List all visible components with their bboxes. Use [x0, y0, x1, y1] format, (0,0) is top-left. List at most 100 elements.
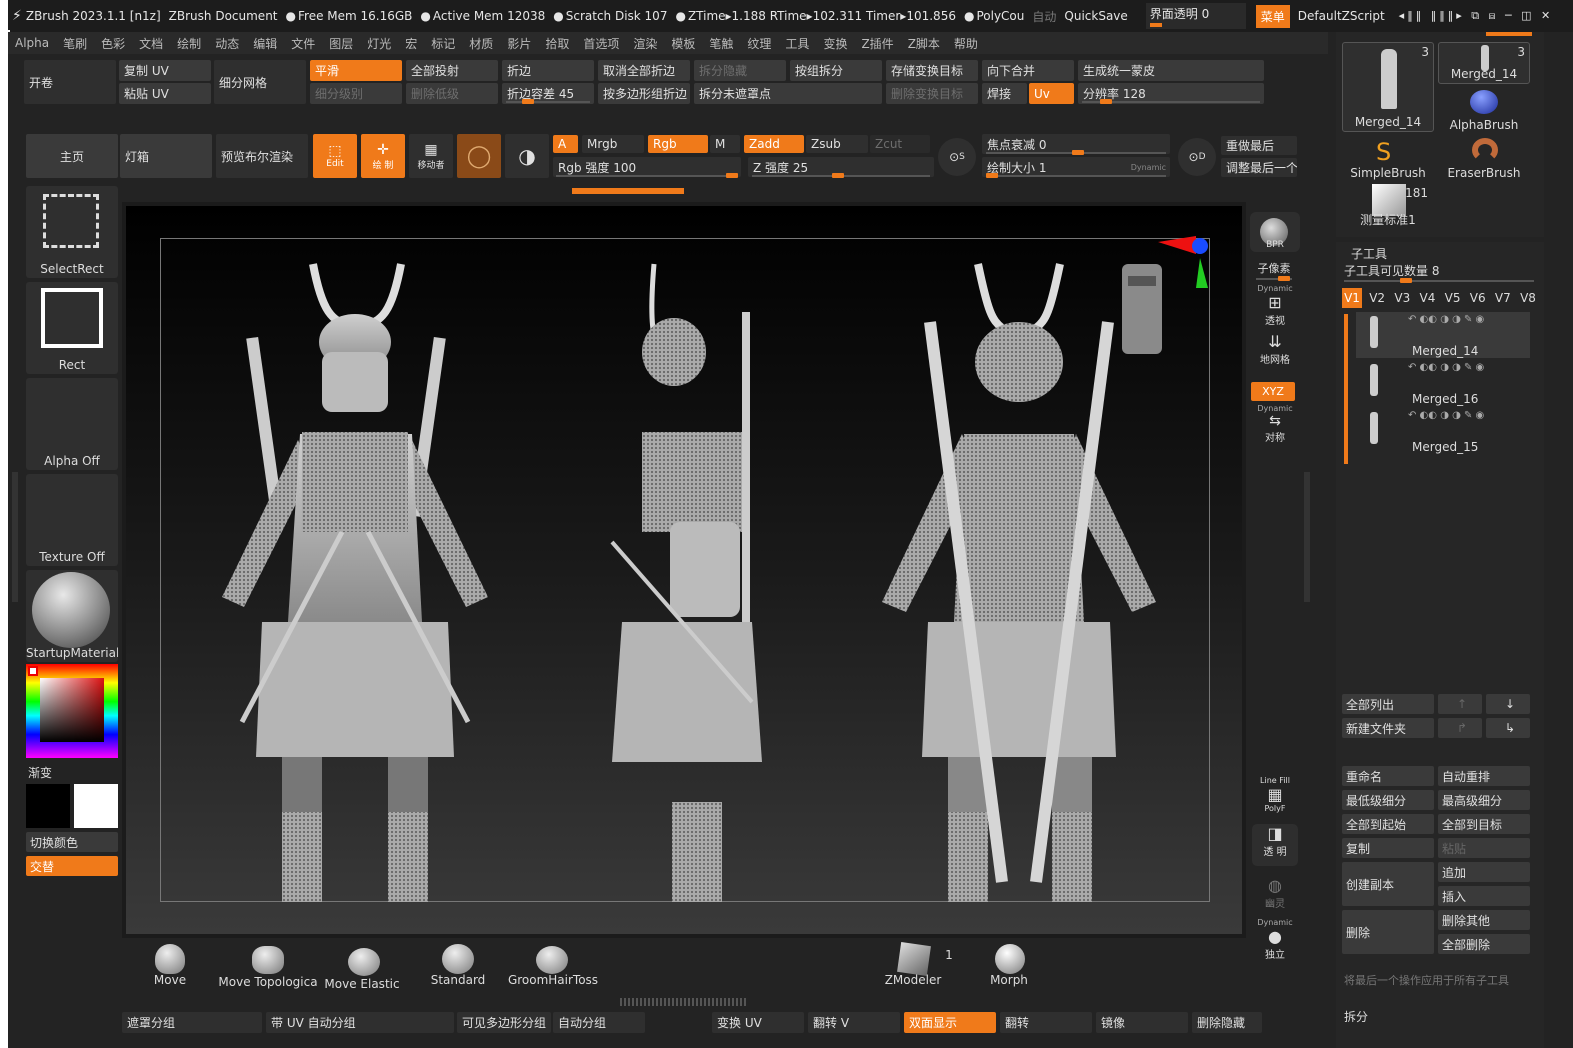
paste-button[interactable]: 粘贴 — [1438, 838, 1530, 858]
subtool-row[interactable]: ↶ ◐◐ ◑ ◑ ✎ ◉ Merged_16 — [1356, 360, 1530, 406]
standard-brush[interactable] — [436, 942, 480, 976]
subdivide-button[interactable]: 细分网格 — [214, 60, 306, 104]
version-tab[interactable]: V5 — [1443, 288, 1463, 308]
subtool-title[interactable]: 子工具 — [1351, 245, 1387, 262]
alternate-toggle[interactable]: 交替 — [26, 856, 118, 876]
split-section[interactable]: 拆分 — [1344, 1008, 1368, 1025]
list-all-button[interactable]: 全部列出 — [1342, 694, 1434, 714]
dynamic-size-icon[interactable]: ⊙ D — [1178, 138, 1216, 176]
version-tab[interactable]: V1 — [1342, 288, 1362, 308]
open-button[interactable]: 开卷 — [24, 60, 116, 104]
move-mode-button[interactable]: ▦ 移动者 — [409, 134, 453, 178]
left-tray-handle[interactable] — [12, 472, 18, 602]
zadd-toggle[interactable]: Zadd — [744, 135, 804, 153]
menu-button[interactable]: 菜单 — [1255, 4, 1290, 28]
rgb-toggle[interactable]: Rgb — [648, 135, 708, 153]
version-tab[interactable]: V4 — [1417, 288, 1437, 308]
groups-split-button[interactable]: 按组拆分 — [790, 60, 882, 81]
delete-morph-button[interactable]: 删除变换目标 — [886, 83, 978, 104]
uncrease-all-button[interactable]: 取消全部折边 — [598, 60, 690, 81]
menu-item[interactable]: 图层 — [322, 35, 360, 52]
move-up-button[interactable]: ↑ — [1438, 694, 1482, 714]
all-to-start-button[interactable]: 全部到起始 — [1342, 814, 1434, 834]
menu-item[interactable]: 灯光 — [360, 35, 398, 52]
samurai-model-views[interactable] — [122, 202, 1246, 938]
all-to-target-button[interactable]: 全部到目标 — [1438, 814, 1530, 834]
append-button[interactable]: 追加 — [1438, 862, 1530, 882]
focal-shift-icon[interactable]: ⊙ S — [938, 138, 976, 176]
menu-item[interactable]: 工具 — [778, 35, 816, 52]
subtool-scroll[interactable] — [1344, 314, 1348, 464]
all-low-button[interactable]: 最低级细分 — [1342, 790, 1434, 810]
move-elastic-brush[interactable] — [342, 946, 386, 980]
merge-down-button[interactable]: 向下合并 — [982, 60, 1074, 81]
version-tab[interactable]: V3 — [1392, 288, 1412, 308]
crease-button[interactable]: 折边 — [502, 60, 594, 81]
copy-uv-button[interactable]: 复制 UV — [119, 60, 211, 81]
paste-uv-button[interactable]: 粘贴 UV — [119, 83, 211, 104]
apply-last-to-all[interactable]: 将最后一个操作应用于所有子工具 — [1344, 972, 1536, 988]
insert-button[interactable]: 插入 — [1438, 886, 1530, 906]
flip-v-button[interactable]: 翻转 V — [808, 1012, 900, 1033]
store-morph-button[interactable]: 存储变换目标 — [886, 60, 978, 81]
menu-item[interactable]: 笔触 — [702, 35, 740, 52]
quicksave-button[interactable]: QuickSave — [1064, 9, 1127, 23]
mask-groups-button[interactable]: 遮罩分组 — [122, 1012, 262, 1033]
auto-reorder-button[interactable]: 自动重排 — [1438, 766, 1530, 786]
alpha-brush-tool[interactable]: AlphaBrush — [1438, 88, 1530, 132]
rename-button[interactable]: 重命名 — [1342, 766, 1434, 786]
redo-last-button[interactable]: 重做最后 — [1221, 136, 1297, 155]
material-thumb[interactable]: StartupMaterial — [26, 570, 118, 662]
alpha-thumb[interactable]: Alpha Off — [26, 378, 118, 470]
select-rect-thumb[interactable]: SelectRect — [26, 186, 118, 278]
flip-button[interactable]: 翻转 — [1000, 1012, 1092, 1033]
unified-skin-button[interactable]: 生成统一蒙皮 — [1078, 60, 1264, 81]
project-all-button[interactable]: 全部投射 — [406, 60, 498, 81]
menu-item[interactable]: 材质 — [462, 35, 500, 52]
switch-color-button[interactable]: 切换颜色 — [26, 832, 118, 852]
version-tab[interactable]: V6 — [1468, 288, 1488, 308]
create-copy-button[interactable]: 创建副本 — [1342, 862, 1434, 906]
menu-item[interactable]: 色彩 — [94, 35, 132, 52]
menu-item[interactable]: 笔刷 — [56, 35, 94, 52]
menu-item[interactable]: 纹理 — [740, 35, 778, 52]
menu-item[interactable]: 渲染 — [626, 35, 664, 52]
draw-size-slider[interactable]: 绘制大小 1 Dynamic — [982, 157, 1170, 177]
weld-toggle[interactable]: 焊接 — [982, 83, 1027, 104]
zcut-toggle[interactable]: Zcut — [870, 135, 930, 153]
transparency-slider[interactable]: 界面透明 0 — [1145, 3, 1246, 29]
subtool-row[interactable]: ↶ ◐◐ ◑ ◑ ✎ ◉ Merged_14 — [1356, 312, 1530, 358]
subtool-toggles[interactable]: ↶ ◐◐ ◑ ◑ ✎ ◉ — [1408, 410, 1484, 421]
ghost-button[interactable]: ◍ 幽灵 — [1252, 876, 1298, 916]
adjust-last-button[interactable]: 调整最后一个 — [1221, 158, 1297, 177]
new-folder-button[interactable]: 新建文件夹 — [1342, 718, 1434, 738]
menu-item[interactable]: 编辑 — [246, 35, 284, 52]
mirror-button[interactable]: 镜像 — [1096, 1012, 1188, 1033]
move-out-button[interactable]: ↳ — [1486, 718, 1530, 738]
floor-button[interactable]: ⇊ 地网格 — [1252, 332, 1298, 372]
split-hidden-button[interactable]: 拆分隐藏 — [694, 60, 786, 81]
edit-mode-button[interactable]: ⬚ Edit — [313, 134, 357, 178]
subdiv-level-slider[interactable]: 细分级别 — [310, 83, 402, 104]
subtool-toggles[interactable]: ↶ ◐◐ ◑ ◑ ✎ ◉ — [1408, 314, 1484, 325]
morph-brush[interactable] — [988, 942, 1032, 976]
split-unmasked-button[interactable]: 拆分未遮罩点 — [694, 83, 882, 104]
zmodeler-brush[interactable] — [892, 942, 936, 976]
mrgb-toggle[interactable]: Mrgb — [582, 135, 644, 153]
menu-item[interactable]: 文件 — [284, 35, 322, 52]
visible-pg-button[interactable]: 可见多边形分组 — [457, 1012, 551, 1033]
menu-item[interactable]: 帮助 — [947, 35, 985, 52]
menu-item[interactable]: Z插件 — [854, 35, 900, 52]
menu-item[interactable]: 拾取 — [538, 35, 576, 52]
double-sided-toggle[interactable]: 双面显示 — [904, 1012, 996, 1033]
canvas-area[interactable] — [122, 202, 1246, 938]
eraser-brush-tool[interactable]: EraserBrush — [1438, 136, 1530, 180]
visible-count-slider[interactable]: 子工具可见数量 8 — [1344, 262, 1536, 283]
current-tool-thumb[interactable]: 3 Merged_14 — [1342, 42, 1434, 132]
move-down-button[interactable]: ↓ — [1486, 694, 1530, 714]
measure-tool[interactable]: 181 测量标准1 — [1342, 182, 1434, 228]
solo-button[interactable]: Dynamic ● 独立 — [1252, 918, 1298, 961]
subtool-toggles[interactable]: ↶ ◐◐ ◑ ◑ ✎ ◉ — [1408, 362, 1484, 373]
rotate-mode-button[interactable]: ◑ — [505, 134, 549, 178]
menu-item[interactable]: 绘制 — [170, 35, 208, 52]
